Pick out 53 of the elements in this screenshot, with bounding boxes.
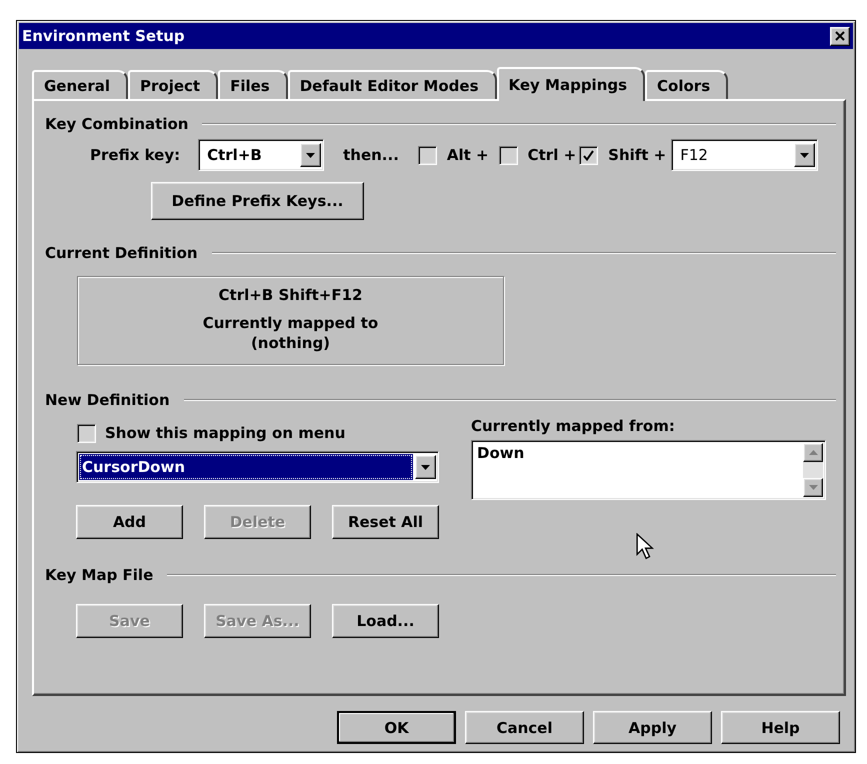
section-heading: Key Combination — [45, 114, 188, 134]
mouse-pointer-icon — [636, 533, 654, 560]
reset-all-button[interactable]: Reset All — [332, 505, 439, 539]
section-heading: Key Map File — [45, 565, 154, 585]
scroll-down-button[interactable] — [803, 478, 823, 497]
tab[interactable]: Colors — [645, 70, 728, 99]
definition-text: Ctrl+B Shift+F12 — [218, 285, 362, 305]
caret-down-icon — [306, 152, 316, 158]
dropdown-button[interactable] — [415, 455, 436, 479]
list-item[interactable]: Down — [477, 444, 524, 463]
checkbox[interactable] — [418, 146, 437, 164]
checkbox[interactable] — [498, 146, 518, 164]
define-prefix-keys-button[interactable]: Define Prefix Keys... — [151, 182, 364, 220]
cancel-button[interactable]: Cancel — [465, 711, 584, 744]
list-label: Currently mapped from: — [471, 416, 676, 436]
prefix-key-label: Prefix key: — [90, 145, 180, 165]
section-heading: Current Definition — [45, 243, 198, 263]
tab[interactable]: Default Editor Modes — [288, 70, 496, 99]
tab[interactable]: Project — [128, 70, 218, 99]
checkbox[interactable] — [579, 146, 598, 164]
key-dropdown[interactable]: F12 — [671, 139, 818, 171]
checkbox-label[interactable]: Ctrl + — [528, 145, 576, 165]
checkbox-label[interactable]: Shift + — [608, 145, 666, 165]
caret-up-icon — [808, 450, 818, 455]
close-button[interactable] — [830, 26, 850, 46]
caret-down-icon — [421, 464, 430, 470]
ok-button[interactable]: OK — [337, 711, 456, 744]
definition-text: (nothing) — [250, 333, 330, 353]
then-label: then... — [343, 145, 399, 165]
tab[interactable]: Files — [218, 70, 288, 99]
tab[interactable]: General — [32, 70, 128, 99]
mapped-from-list[interactable]: Down — [471, 440, 826, 500]
dropdown-button[interactable] — [300, 143, 322, 167]
help-button[interactable]: Help — [721, 711, 840, 744]
close-icon — [835, 31, 845, 41]
caret-down-icon — [808, 485, 818, 490]
scroll-up-button[interactable] — [803, 443, 823, 462]
command-dropdown[interactable]: CursorDown — [76, 451, 439, 483]
definition-text: Currently mapped to — [202, 313, 378, 333]
checkbox-label[interactable]: Show this mapping on menu — [105, 423, 346, 443]
checkbox[interactable] — [77, 424, 96, 442]
tab[interactable]: Key Mappings — [496, 67, 646, 101]
load-button[interactable]: Load... — [332, 604, 439, 638]
section-heading: New Definition — [45, 390, 170, 410]
apply-button[interactable]: Apply — [593, 711, 712, 744]
prefix-key-dropdown[interactable]: Ctrl+B — [198, 139, 324, 171]
checkbox-label[interactable]: Alt + — [446, 145, 489, 165]
checkmark-icon — [583, 150, 594, 160]
scrollbar[interactable] — [803, 443, 823, 497]
add-button[interactable]: Add — [76, 505, 183, 539]
window-title: Environment Setup — [22, 26, 185, 46]
caret-down-icon — [800, 152, 810, 158]
dropdown-button[interactable] — [794, 143, 816, 167]
